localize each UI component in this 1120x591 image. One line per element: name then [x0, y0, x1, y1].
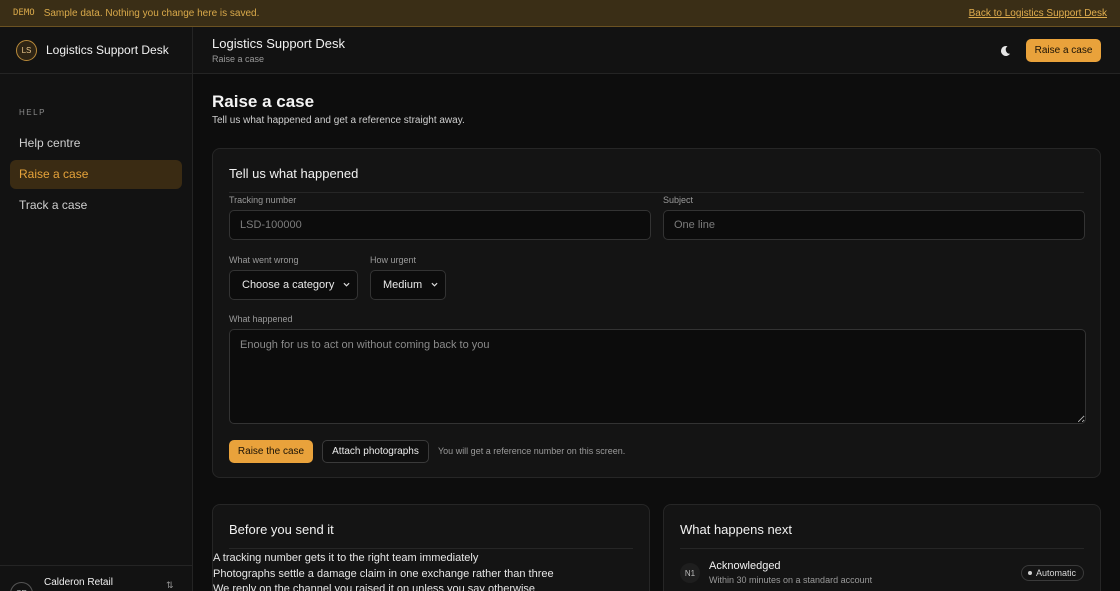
tracking-label: Tracking number: [229, 195, 297, 205]
next-title: What happens next: [680, 522, 793, 537]
details-label: What happened: [229, 314, 293, 324]
header-title: Logistics Support Desk: [212, 36, 345, 51]
category-label: What went wrong: [229, 255, 299, 265]
raise-case-header-button[interactable]: Raise a case: [1026, 39, 1101, 62]
chevron-down-icon: [431, 282, 438, 287]
list-item: Photographs settle a damage claim in one…: [213, 567, 554, 580]
nav-section-label: HELP: [19, 108, 46, 117]
case-form-card: Tell us what happened Tracking number Su…: [212, 148, 1101, 478]
badge-label: Automatic: [1036, 568, 1077, 578]
moon-icon[interactable]: [997, 43, 1013, 59]
form-title: Tell us what happened: [229, 166, 359, 181]
top-bar: Logistics Support Desk Raise a case Rais…: [193, 27, 1120, 74]
subject-label: Subject: [663, 195, 694, 205]
demo-banner: DEMO Sample data. Nothing you change her…: [0, 0, 1120, 27]
page-title: Raise a case: [212, 92, 315, 111]
sidebar-item-help-centre[interactable]: Help centre: [10, 129, 182, 158]
account-switch-icon[interactable]: ⇅: [166, 580, 174, 591]
details-textarea[interactable]: [229, 329, 1086, 424]
page-description: Tell us what happened and get a referenc…: [212, 115, 465, 126]
divider: [229, 548, 633, 549]
divider: [229, 192, 1084, 193]
step-title: Acknowledged: [709, 560, 781, 572]
urgency-select[interactable]: Medium: [370, 270, 446, 300]
chevron-down-icon: [343, 282, 350, 287]
divider: [680, 548, 1084, 549]
demo-tag: DEMO: [13, 8, 35, 18]
step-number: N1: [680, 563, 700, 583]
urgency-label: How urgent: [370, 255, 417, 265]
subject-input[interactable]: [663, 210, 1085, 240]
account-name: Calderon Retail: [44, 577, 113, 588]
brand-avatar: LS: [16, 39, 37, 61]
account-avatar: CR: [10, 582, 33, 591]
list-item: We reply on the channel you raised it on…: [213, 583, 536, 591]
sidebar-item-raise-a-case[interactable]: Raise a case: [10, 160, 182, 189]
urgency-value: Medium: [383, 279, 423, 291]
list-item: A tracking number gets it to the right t…: [213, 552, 479, 564]
raise-case-submit-button[interactable]: Raise the case: [229, 440, 313, 463]
next-steps-card: What happens next N1 Acknowledged Within…: [663, 504, 1101, 591]
tips-title: Before you send it: [229, 522, 334, 537]
step-description: Within 30 minutes on a standard account: [709, 575, 873, 585]
category-select[interactable]: Choose a category: [229, 270, 358, 300]
tips-card: Before you send it A tracking number get…: [212, 504, 650, 591]
tracking-number-input[interactable]: [229, 210, 651, 240]
tips-list: A tracking number gets it to the right t…: [213, 551, 554, 591]
header-breadcrumb: Raise a case: [212, 54, 265, 64]
back-link[interactable]: Back to Logistics Support Desk: [969, 8, 1107, 19]
attach-photographs-button[interactable]: Attach photographs: [322, 440, 429, 463]
sidebar-item-track-a-case[interactable]: Track a case: [10, 191, 182, 220]
brand[interactable]: LS Logistics Support Desk: [0, 27, 192, 74]
brand-name: Logistics Support Desk: [46, 43, 169, 57]
status-badge: Automatic: [1021, 565, 1085, 581]
account-footer[interactable]: CR Calderon Retail ⇅: [0, 565, 193, 591]
dot-icon: [1028, 571, 1032, 575]
sidebar-nav: Help centre Raise a case Track a case: [0, 129, 192, 220]
sidebar: LS Logistics Support Desk HELP Help cent…: [0, 27, 193, 591]
demo-message: Sample data. Nothing you change here is …: [43, 7, 260, 19]
form-hint: You will get a reference number on this …: [438, 446, 626, 456]
category-value: Choose a category: [242, 279, 335, 291]
